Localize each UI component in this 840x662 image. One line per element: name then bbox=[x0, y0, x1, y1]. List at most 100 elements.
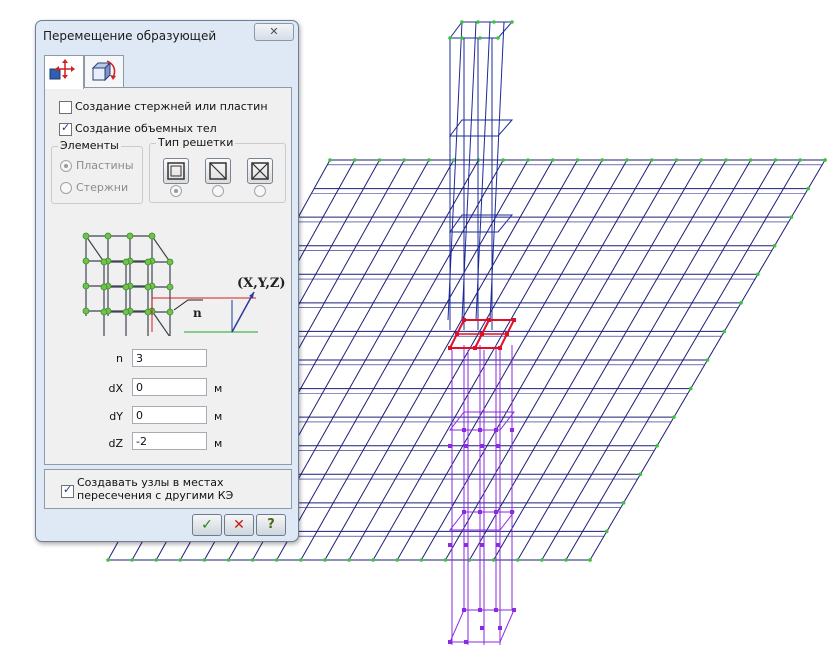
column-node bbox=[464, 640, 468, 644]
frame-node bbox=[166, 283, 174, 291]
radio-selected-dot bbox=[174, 189, 178, 193]
radio-rods-label: Стержни bbox=[76, 181, 129, 194]
frame-node bbox=[144, 283, 152, 291]
diagonal-lattice-icon bbox=[209, 162, 227, 180]
elements-group-title: Элементы bbox=[58, 139, 121, 152]
selected-node bbox=[512, 318, 516, 322]
dx-input[interactable]: 0 bbox=[132, 378, 207, 396]
close-button[interactable]: ✕ bbox=[254, 23, 294, 41]
check-icon: ✓ bbox=[63, 483, 73, 496]
arrow-head bbox=[249, 292, 254, 298]
elements-group: Элементы Пластины Стержни bbox=[51, 139, 143, 204]
mesh-node bbox=[130, 558, 134, 562]
column-node bbox=[478, 608, 482, 612]
frame-node bbox=[122, 258, 130, 266]
check-icon: ✓ bbox=[61, 121, 71, 134]
radio-plates[interactable] bbox=[60, 160, 72, 172]
dz-input[interactable]: -2 bbox=[132, 432, 207, 450]
mesh-node bbox=[773, 158, 778, 162]
n-input[interactable]: 3 bbox=[132, 349, 207, 367]
mesh-node bbox=[823, 158, 827, 162]
mesh-node bbox=[323, 558, 327, 562]
frame-node bbox=[166, 308, 174, 316]
column-node bbox=[494, 608, 498, 612]
frame-node bbox=[166, 258, 174, 266]
mesh-node bbox=[328, 158, 332, 162]
frame-brace bbox=[151, 235, 171, 263]
mesh-node bbox=[106, 558, 110, 562]
lattice-cross-radio[interactable] bbox=[254, 185, 266, 197]
column-node bbox=[462, 510, 466, 514]
frame-brace bbox=[85, 235, 105, 263]
mesh-node bbox=[427, 158, 431, 162]
selected-node bbox=[455, 332, 459, 336]
column-node bbox=[448, 444, 452, 448]
help-button[interactable]: ? bbox=[256, 514, 286, 536]
frame-node bbox=[104, 232, 112, 240]
mesh-node bbox=[688, 386, 693, 391]
mesh-node bbox=[798, 158, 803, 162]
lattice-square-button[interactable] bbox=[163, 158, 189, 184]
column-node bbox=[448, 543, 452, 547]
mesh-node bbox=[154, 558, 158, 562]
dz-unit: м bbox=[214, 437, 223, 450]
mesh-node bbox=[377, 158, 382, 162]
column-node bbox=[478, 428, 482, 432]
checkbox-box[interactable]: ✓ bbox=[59, 121, 72, 136]
frame-node bbox=[82, 257, 90, 265]
xyz-label: (X,Y,Z) bbox=[237, 276, 286, 291]
intersect-checkbox[interactable]: ✓ bbox=[61, 483, 74, 498]
dx-unit: м bbox=[214, 382, 223, 395]
mesh-node bbox=[699, 158, 704, 162]
mesh-node bbox=[395, 558, 400, 562]
dy-unit: м bbox=[214, 410, 223, 423]
n-label: n bbox=[193, 306, 202, 320]
cancel-button[interactable]: ✕ bbox=[224, 514, 254, 536]
ok-button[interactable]: ✓ bbox=[192, 514, 222, 536]
radio-rods[interactable] bbox=[60, 182, 72, 194]
selected-node bbox=[498, 346, 502, 350]
dy-field-label: dY bbox=[109, 410, 123, 423]
dz-field-label: dZ bbox=[108, 437, 123, 450]
tab-rotate[interactable] bbox=[84, 55, 124, 88]
dy-input[interactable]: 0 bbox=[132, 406, 207, 424]
lattice-cross-button[interactable] bbox=[247, 158, 273, 184]
frame-node bbox=[100, 308, 108, 316]
lattice-square-radio[interactable] bbox=[170, 185, 182, 197]
frame-node bbox=[100, 258, 108, 266]
n-field-label: n bbox=[116, 352, 123, 365]
column-node bbox=[498, 626, 502, 630]
tab-move[interactable] bbox=[44, 55, 84, 89]
frame-node bbox=[122, 283, 130, 291]
lattice-diagonal-radio[interactable] bbox=[212, 185, 224, 197]
mesh-node bbox=[672, 415, 676, 419]
mesh-node bbox=[274, 558, 279, 562]
mesh-node bbox=[564, 558, 568, 562]
frame-node bbox=[100, 283, 108, 291]
mesh-node bbox=[347, 558, 351, 562]
selected-node bbox=[487, 318, 491, 322]
selected-node bbox=[462, 318, 466, 322]
frame-node bbox=[144, 258, 152, 266]
column-node bbox=[460, 36, 464, 40]
column-node bbox=[448, 640, 452, 644]
frame-node bbox=[144, 308, 152, 316]
mesh-node bbox=[352, 158, 357, 162]
column-node bbox=[510, 428, 514, 432]
create-solids-label: Создание объемных тел bbox=[75, 122, 217, 135]
dialog-titlebar[interactable]: Перемещение образующей ✕ bbox=[36, 21, 298, 51]
selected-node bbox=[448, 346, 452, 350]
checkbox-box[interactable] bbox=[59, 101, 72, 114]
mesh-node bbox=[419, 558, 424, 562]
column-node bbox=[512, 608, 516, 612]
column-node bbox=[480, 543, 484, 547]
mesh-node bbox=[443, 558, 448, 562]
selected-elements bbox=[448, 318, 516, 350]
lattice-diagonal-button[interactable] bbox=[205, 158, 231, 184]
dialog-title: Перемещение образующей bbox=[43, 29, 217, 43]
mesh-node bbox=[722, 329, 727, 334]
intersect-panel: ✓ Создавать узлы в местах пересечения с … bbox=[44, 469, 292, 509]
frame-brace bbox=[151, 310, 171, 336]
column-section bbox=[449, 119, 514, 137]
mesh-node bbox=[806, 186, 811, 191]
